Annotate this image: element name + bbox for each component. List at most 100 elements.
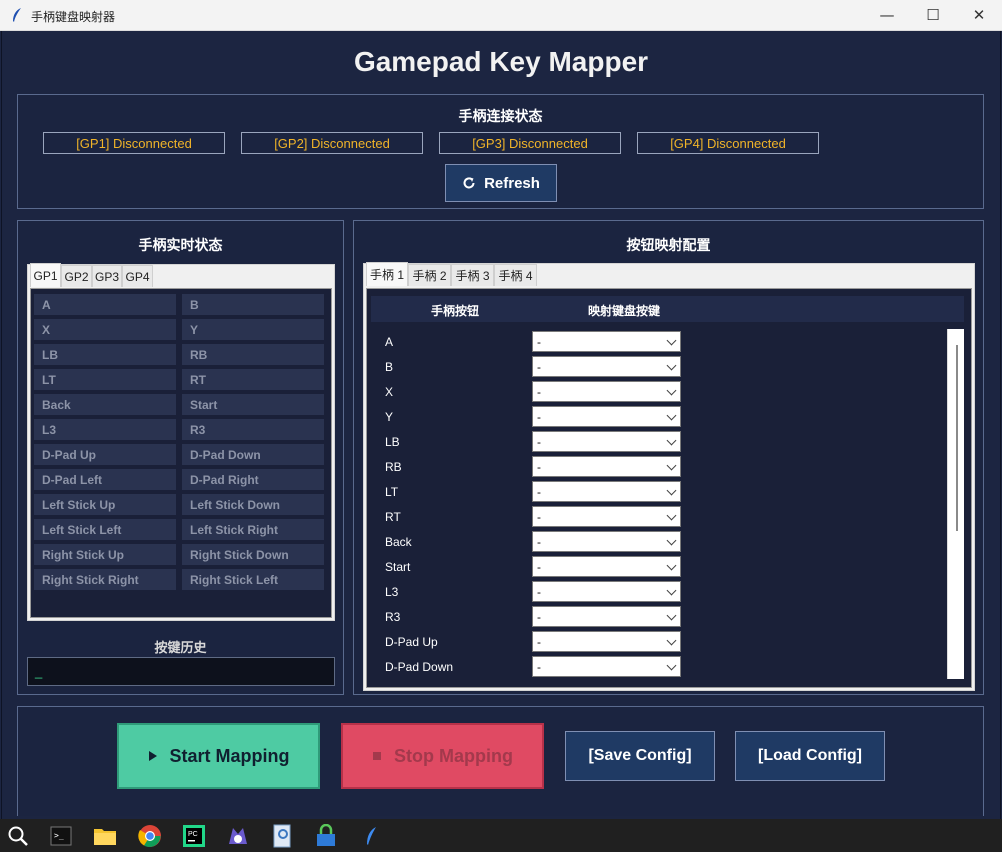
button-state-cell: RB: [182, 344, 324, 365]
key-select-value: -: [537, 534, 541, 549]
button-state-cell: Y: [182, 319, 324, 340]
mapping-row-label: LT: [385, 485, 399, 499]
mapping-row-label: D-Pad Down: [385, 660, 454, 674]
tab-pad-1[interactable]: 手柄 1: [366, 262, 408, 286]
live-state-title: 手柄实时状态: [138, 237, 223, 253]
app-icon[interactable]: [226, 824, 250, 848]
maximize-button[interactable]: ☐: [910, 0, 956, 30]
save-config-button[interactable]: [Save Config]: [565, 731, 715, 781]
chevron-down-icon: [666, 585, 677, 596]
history-title: 按键历史: [154, 640, 207, 655]
feather-icon: [13, 8, 21, 22]
key-select-value: -: [537, 409, 541, 424]
terminal-icon[interactable]: >_: [49, 824, 73, 848]
mapping-row-label: B: [385, 360, 394, 374]
button-state-cell: LB: [34, 344, 176, 365]
chevron-down-icon: [666, 360, 677, 371]
key-select[interactable]: -: [532, 581, 681, 602]
tab-pad-4[interactable]: 手柄 4: [494, 264, 537, 286]
key-select[interactable]: -: [532, 606, 681, 627]
mapping-row-label: RT: [385, 510, 401, 524]
key-select[interactable]: -: [532, 381, 681, 402]
mapping-row-label: Back: [385, 535, 412, 549]
tab-gp3[interactable]: GP3: [92, 265, 122, 287]
key-select-value: -: [537, 634, 541, 649]
key-select-value: -: [537, 659, 541, 674]
chevron-down-icon: [666, 410, 677, 421]
button-state-cell: Left Stick Up: [34, 494, 176, 515]
refresh-icon: [463, 177, 475, 189]
mapping-row-label: Y: [385, 410, 394, 424]
minimize-button[interactable]: —: [864, 0, 910, 30]
chrome-icon[interactable]: [138, 824, 162, 848]
start-mapping-button[interactable]: Start Mapping: [117, 723, 320, 789]
col-button-header: 手柄按钮: [431, 304, 480, 318]
key-select-value: -: [537, 484, 541, 499]
col-key-header: 映射键盘按键: [588, 304, 661, 318]
stop-mapping-button[interactable]: Stop Mapping: [341, 723, 544, 789]
gp2-status: [GP2] Disconnected: [241, 132, 423, 154]
mapping-row-label: L3: [385, 585, 399, 599]
feather-app-icon[interactable]: [359, 824, 383, 848]
button-state-cell: RT: [182, 369, 324, 390]
key-select-value: -: [537, 334, 541, 349]
key-select[interactable]: -: [532, 456, 681, 477]
tab-pad-3[interactable]: 手柄 3: [451, 264, 494, 286]
gp1-status: [GP1] Disconnected: [43, 132, 225, 154]
chevron-down-icon: [666, 610, 677, 621]
search-icon[interactable]: [6, 824, 30, 848]
button-state-cell: Left Stick Left: [34, 519, 176, 540]
chevron-down-icon: [666, 460, 677, 471]
mapping-title: 按钮映射配置: [626, 237, 711, 253]
chevron-down-icon: [666, 435, 677, 446]
load-config-button[interactable]: [Load Config]: [735, 731, 885, 781]
gp3-status: [GP3] Disconnected: [439, 132, 621, 154]
chevron-down-icon: [666, 385, 677, 396]
file-explorer-icon[interactable]: [93, 824, 117, 848]
connection-title: 手柄连接状态: [458, 108, 543, 124]
key-select[interactable]: -: [532, 531, 681, 552]
key-select[interactable]: -: [532, 356, 681, 377]
button-state-cell: Left Stick Right: [182, 519, 324, 540]
key-select-value: -: [537, 359, 541, 374]
mapping-row-label: LB: [385, 435, 400, 449]
key-select-value: -: [537, 609, 541, 624]
key-select[interactable]: -: [532, 481, 681, 502]
key-select-value: -: [537, 584, 541, 599]
key-select[interactable]: -: [532, 331, 681, 352]
close-button[interactable]: ✕: [956, 0, 1002, 30]
tab-gp2[interactable]: GP2: [61, 265, 92, 287]
button-state-cell: A: [34, 294, 176, 315]
button-state-cell: Right Stick Down: [182, 544, 324, 565]
history-log: _: [27, 657, 335, 686]
key-select-value: -: [537, 434, 541, 449]
refresh-button[interactable]: Refresh: [445, 164, 557, 202]
security-app-icon[interactable]: [314, 824, 338, 848]
key-select[interactable]: -: [532, 406, 681, 427]
pycharm-icon[interactable]: PC: [182, 824, 206, 848]
start-mapping-label: Start Mapping: [169, 745, 290, 766]
key-select[interactable]: -: [532, 631, 681, 652]
key-select[interactable]: -: [532, 506, 681, 527]
key-select[interactable]: -: [532, 656, 681, 677]
tab-gp4[interactable]: GP4: [122, 265, 153, 287]
stop-icon: [373, 752, 381, 760]
image-viewer-icon[interactable]: [270, 824, 294, 848]
button-state-cell: Right Stick Up: [34, 544, 176, 565]
scrollbar-thumb[interactable]: [956, 345, 958, 531]
button-state-cell: D-Pad Left: [34, 469, 176, 490]
button-state-cell: R3: [182, 419, 324, 440]
key-select[interactable]: -: [532, 556, 681, 577]
mapping-row-label: Start: [385, 560, 411, 574]
play-icon: [148, 751, 157, 761]
mapping-scrollbar[interactable]: [947, 329, 964, 679]
window-title: 手柄键盘映射器: [31, 10, 116, 24]
app-title: Gamepad Key Mapper: [353, 46, 649, 77]
tab-pad-2[interactable]: 手柄 2: [408, 264, 451, 286]
button-state-cell: LT: [34, 369, 176, 390]
tab-gp1[interactable]: GP1: [30, 263, 61, 287]
button-state-cell: Back: [34, 394, 176, 415]
mapping-row-label: X: [385, 385, 394, 399]
key-select[interactable]: -: [532, 431, 681, 452]
mapping-row-label: D-Pad Up: [385, 635, 438, 649]
